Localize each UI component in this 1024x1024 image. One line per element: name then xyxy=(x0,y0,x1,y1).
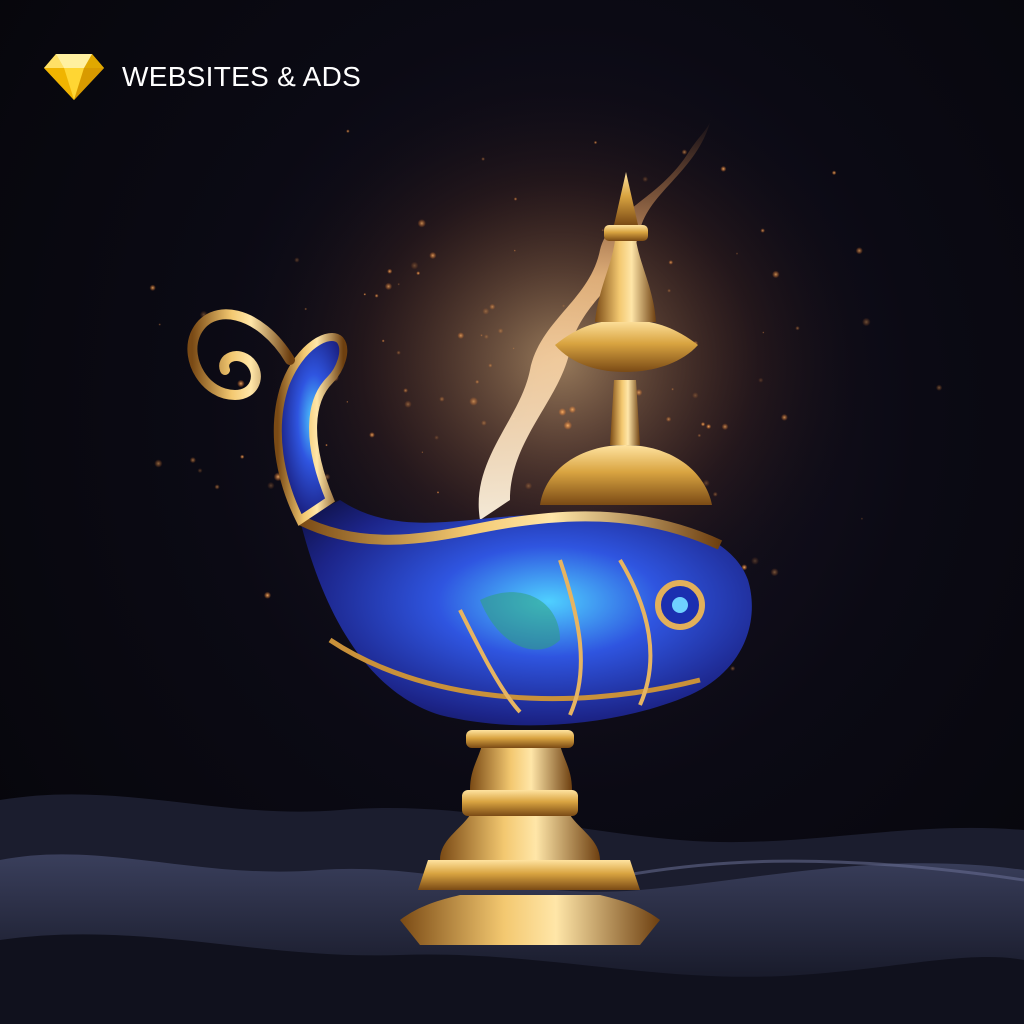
sparkle xyxy=(862,317,871,327)
sparkle xyxy=(563,421,573,430)
sparkle xyxy=(568,406,577,414)
sparkle xyxy=(700,422,706,427)
sparkle xyxy=(410,261,419,270)
sparkle xyxy=(436,491,440,494)
sparkle xyxy=(706,423,712,430)
sparkle xyxy=(384,282,393,291)
sparkle xyxy=(214,484,220,490)
sparkle xyxy=(346,129,350,133)
sparkle xyxy=(416,271,421,276)
magic-lamp-illustration xyxy=(0,60,1024,1024)
sparkle xyxy=(421,451,424,454)
sparkle xyxy=(469,397,478,406)
sparkle xyxy=(404,400,412,408)
sparkle xyxy=(721,423,729,431)
sparkle xyxy=(481,157,485,161)
sparkle xyxy=(417,219,426,228)
sparkle xyxy=(760,228,765,233)
sparkle xyxy=(720,165,727,172)
lamp-stem-upper xyxy=(470,745,572,790)
sparkle xyxy=(154,459,163,468)
sparkle xyxy=(593,140,598,145)
sparkle xyxy=(770,568,779,577)
sparkle xyxy=(381,339,385,343)
sparkle xyxy=(369,432,375,438)
sparkle xyxy=(158,323,161,326)
sparkle xyxy=(197,468,203,474)
sparkle xyxy=(481,420,487,426)
brand-name: WEBSITES & ADS xyxy=(122,61,362,92)
sparkle xyxy=(668,260,674,265)
sparkle xyxy=(735,252,739,255)
sparkle xyxy=(671,387,674,391)
lamp-foot-band xyxy=(418,860,640,890)
sparkle xyxy=(697,433,702,438)
sparkle xyxy=(860,517,864,520)
sparkle xyxy=(294,257,300,263)
poster-canvas: WEBSITES & ADS xyxy=(0,0,1024,1024)
sparkle xyxy=(935,384,943,391)
sparkle xyxy=(457,332,465,339)
sparkle xyxy=(434,435,439,440)
sparkle xyxy=(795,326,800,331)
sparkle xyxy=(762,331,765,334)
lamp-foot xyxy=(400,895,660,945)
sparkle xyxy=(387,268,393,274)
lamp-lid-neck xyxy=(610,380,640,445)
sparkle xyxy=(189,457,196,464)
lamp-stem-collar xyxy=(466,730,574,748)
sparkle xyxy=(513,249,516,252)
brand-header[interactable]: WEBSITES & ADS xyxy=(44,50,361,104)
sparkle xyxy=(484,334,489,340)
sparkle xyxy=(513,197,518,201)
sparkle xyxy=(681,149,688,155)
sparkle xyxy=(346,400,349,403)
sparkle xyxy=(439,396,445,402)
sparkle xyxy=(497,328,504,334)
lamp-finial-ring xyxy=(604,225,648,241)
sparkle xyxy=(642,176,649,183)
sparkle xyxy=(267,481,275,490)
sparkle xyxy=(304,307,308,311)
sparkle xyxy=(665,416,672,422)
sparkle xyxy=(325,443,328,447)
sparkle xyxy=(237,379,245,388)
sparkle xyxy=(149,284,156,291)
sparkle xyxy=(524,482,533,490)
diamond-icon xyxy=(44,54,104,100)
sparkle xyxy=(374,293,379,298)
sparkle xyxy=(488,363,493,368)
sparkle xyxy=(667,288,671,293)
sparkle xyxy=(566,419,570,423)
sparkle xyxy=(396,350,401,355)
sparkle xyxy=(780,413,788,421)
lamp-stem-ring xyxy=(462,790,578,816)
sparkle xyxy=(712,491,718,497)
sparkle xyxy=(751,556,759,565)
sparkle xyxy=(558,408,567,416)
sparkle xyxy=(831,170,837,176)
sparkle xyxy=(562,304,566,308)
sparkle xyxy=(397,282,401,286)
sparkle xyxy=(489,303,496,310)
sparkle xyxy=(692,392,699,399)
sparkle xyxy=(403,388,408,393)
sparkle xyxy=(240,454,245,459)
sparkle xyxy=(480,334,483,337)
sparkle xyxy=(475,379,480,384)
sparkle xyxy=(363,293,367,296)
sparkle xyxy=(263,591,272,599)
sparkle xyxy=(512,347,515,350)
sparkle xyxy=(482,307,490,315)
sparkle xyxy=(730,665,736,672)
sparkle xyxy=(429,251,437,260)
sparkle xyxy=(855,247,863,255)
sparkle xyxy=(758,377,764,383)
sparkle xyxy=(772,270,780,279)
sparkle xyxy=(601,228,605,232)
